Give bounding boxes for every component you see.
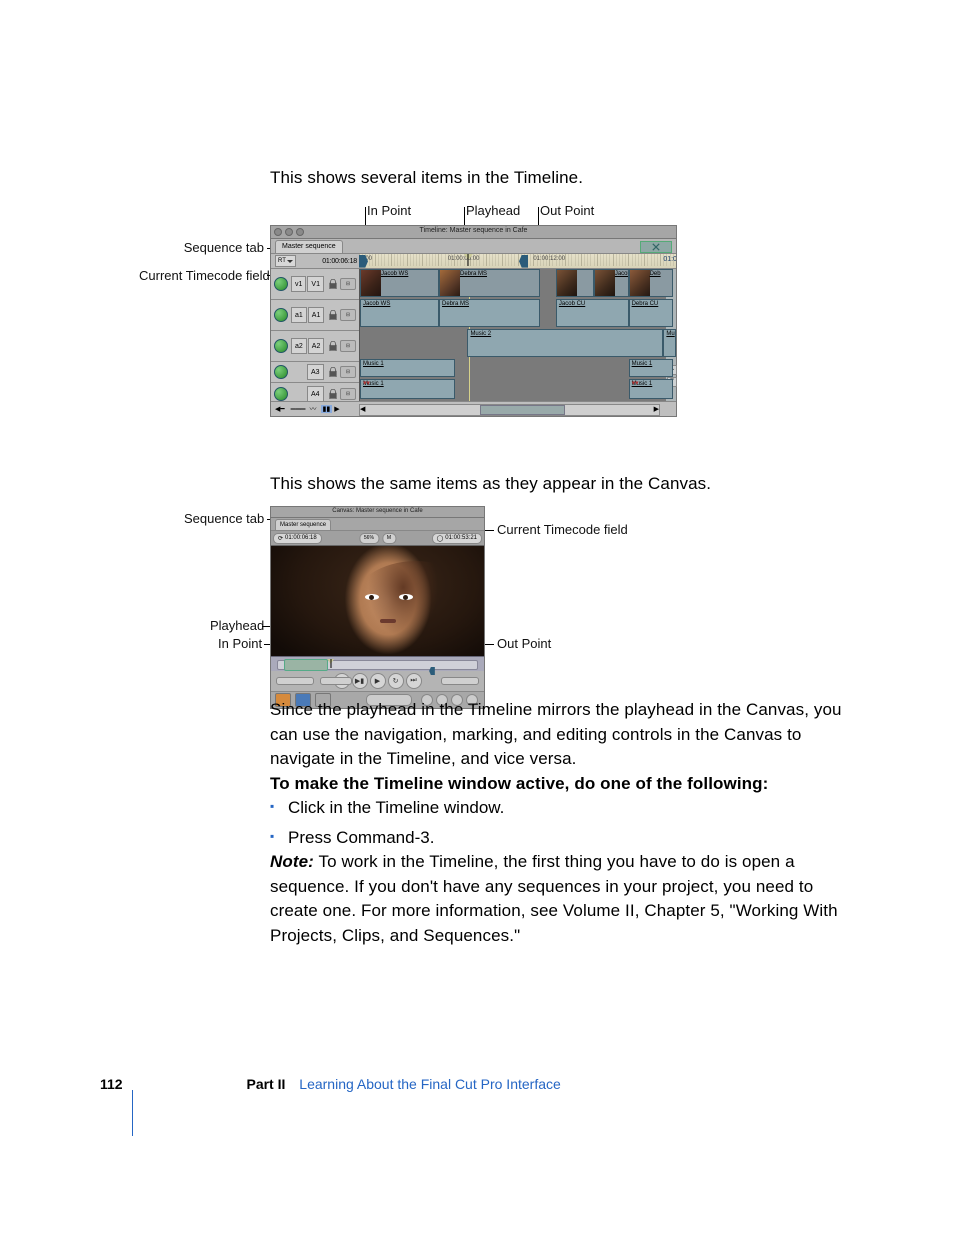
lock-icon[interactable] [328, 278, 338, 290]
rt-button[interactable]: RT [275, 255, 296, 267]
track-header: a1A1 ⊟ [271, 300, 359, 331]
callout-in-point: In Point [367, 203, 411, 218]
body-paragraph: Since the playhead in the Timeline mirro… [270, 698, 850, 772]
sequence-tab[interactable]: Master sequence [275, 240, 343, 253]
callout-sequence-tab-canvas: Sequence tab [184, 511, 264, 526]
footer-divider [132, 1090, 133, 1136]
source-patch[interactable]: a1 [291, 307, 307, 323]
clip[interactable]: Debra MS [439, 299, 540, 327]
callout-out-point: Out Point [540, 203, 594, 218]
play-around-button[interactable]: ↻ [388, 673, 404, 689]
viewport [271, 546, 484, 656]
left-timecode[interactable]: ⟳01:00:06:18 [273, 533, 322, 544]
clip[interactable]: Jacob CU [556, 299, 629, 327]
shuttle[interactable] [276, 677, 314, 685]
chapter-title: Learning About the Final Cut Pro Interfa… [299, 1076, 561, 1092]
current-timecode-field[interactable]: 01:00:06:18 [322, 258, 357, 265]
clip[interactable]: Jacob WS [360, 299, 439, 327]
bullet-item: Click in the Timeline window. [288, 796, 850, 820]
intro-text-1: This shows several items in the Timeline… [270, 166, 850, 191]
clip[interactable]: ▾▾Music 1 [629, 379, 673, 399]
clip[interactable]: ▾▾Music 1 [360, 379, 455, 399]
out-point-marker[interactable] [519, 255, 528, 265]
timeline-screenshot: Timeline: Master sequence in Cafe Master… [270, 225, 677, 450]
auto-select-button[interactable]: ⊟ [340, 278, 356, 290]
right-timecode[interactable]: ◯01:00:53:21 [432, 533, 482, 544]
page-footer: 112 Part II Learning About the Final Cut… [100, 1076, 561, 1092]
callout-in-point-canvas: In Point [218, 636, 262, 651]
callout-current-tc: Current Timecode field [139, 268, 270, 283]
visibility-toggle[interactable] [274, 308, 288, 322]
tabs-row: Master sequence [271, 239, 676, 253]
callout-out-point-canvas: Out Point [497, 636, 551, 651]
track-header: A3 ⊟ [271, 362, 359, 383]
auto-select-button[interactable]: ⊟ [340, 340, 356, 352]
dest-patch[interactable]: A1 [308, 307, 325, 323]
bullet-item: Press Command-3. [288, 826, 850, 850]
out-point-marker[interactable] [429, 660, 435, 668]
visibility-toggle[interactable] [274, 365, 288, 379]
dest-patch[interactable]: V1 [307, 276, 324, 292]
clip[interactable]: Jacob [594, 269, 629, 297]
button-bar[interactable] [640, 241, 672, 253]
clip[interactable]: Mu [663, 329, 676, 357]
shuttle-r[interactable] [441, 677, 479, 685]
window-titlebar: Timeline: Master sequence in Cafe [270, 225, 677, 238]
intro-text-2: This shows the same items as they appear… [270, 472, 850, 497]
ruler[interactable]: 0001:00:06:0001:00:12:0001:00:18:00 [359, 254, 676, 268]
task-heading: To make the Timeline window active, do o… [270, 772, 850, 797]
lock-icon[interactable] [328, 340, 338, 352]
window-title: Timeline: Master sequence in Cafe [271, 227, 676, 234]
callout-sequence-tab: Sequence tab [184, 240, 264, 255]
sequence-tab[interactable]: Master sequence [275, 519, 331, 530]
timeline-bottom-bar: ◀━ ═══ 〰 ▮▮ ▶ ◀ ▶ [271, 401, 676, 416]
part-label: Part II [246, 1076, 285, 1092]
callout-playhead-canvas: Playhead [210, 618, 264, 633]
in-point-marker[interactable] [359, 255, 368, 265]
source-patch[interactable]: a2 [291, 338, 307, 354]
window-title: Canvas: Master sequence in Cafe [271, 508, 484, 514]
zoom-pill[interactable]: 56% [359, 533, 379, 544]
clip[interactable]: Music 1 [629, 359, 673, 377]
note-label: Note: [270, 852, 314, 871]
auto-select-button[interactable]: ⊟ [340, 309, 356, 321]
clip[interactable] [556, 269, 594, 297]
in-point-marker[interactable] [284, 659, 329, 671]
play-button[interactable]: ▶ [370, 673, 386, 689]
playhead-marker[interactable] [327, 659, 334, 668]
clip[interactable]: Music 2 [467, 329, 663, 357]
visibility-toggle[interactable] [274, 339, 288, 353]
view-pill[interactable]: M [382, 533, 396, 544]
clip[interactable]: Debra CU [629, 299, 673, 327]
track-header: a2A2 ⊟ [271, 331, 359, 362]
clip[interactable]: Jacob WS [360, 269, 439, 297]
track-header: v1V1 ⊟ [271, 269, 359, 300]
page-number: 112 [100, 1076, 123, 1092]
visibility-toggle[interactable] [274, 387, 288, 401]
visibility-toggle[interactable] [274, 277, 288, 291]
note-paragraph: Note: To work in the Timeline, the first… [270, 850, 850, 949]
callout-playhead: Playhead [466, 203, 520, 218]
source-patch[interactable]: v1 [291, 276, 306, 292]
lock-icon[interactable] [328, 388, 338, 400]
clip[interactable]: Debra MS [439, 269, 540, 297]
clip[interactable]: Deb [629, 269, 673, 297]
dest-patch[interactable]: A2 [308, 338, 325, 354]
transport-controls: ⏮ ▶▮ ▶ ↻ ⏭ [271, 671, 484, 691]
lock-icon[interactable] [328, 309, 338, 321]
dest-patch[interactable]: A3 [307, 364, 324, 380]
callout-current-tc-canvas: Current Timecode field [497, 522, 628, 537]
dest-patch[interactable]: A4 [307, 386, 324, 402]
play-in-to-out-button[interactable]: ▶▮ [352, 673, 368, 689]
canvas-screenshot: Canvas: Master sequence in Cafe Master s… [270, 506, 485, 676]
lock-icon[interactable] [328, 366, 338, 378]
playhead-marker[interactable] [464, 254, 473, 266]
next-edit-button[interactable]: ⏭ [406, 673, 422, 689]
jog[interactable] [320, 677, 352, 685]
auto-select-button[interactable]: ⊟ [340, 366, 356, 378]
window-titlebar: Canvas: Master sequence in Cafe [270, 506, 485, 517]
clip[interactable]: Music 1 [360, 359, 455, 377]
auto-select-button[interactable]: ⊟ [340, 388, 356, 400]
scrubber-bar[interactable] [271, 656, 484, 671]
